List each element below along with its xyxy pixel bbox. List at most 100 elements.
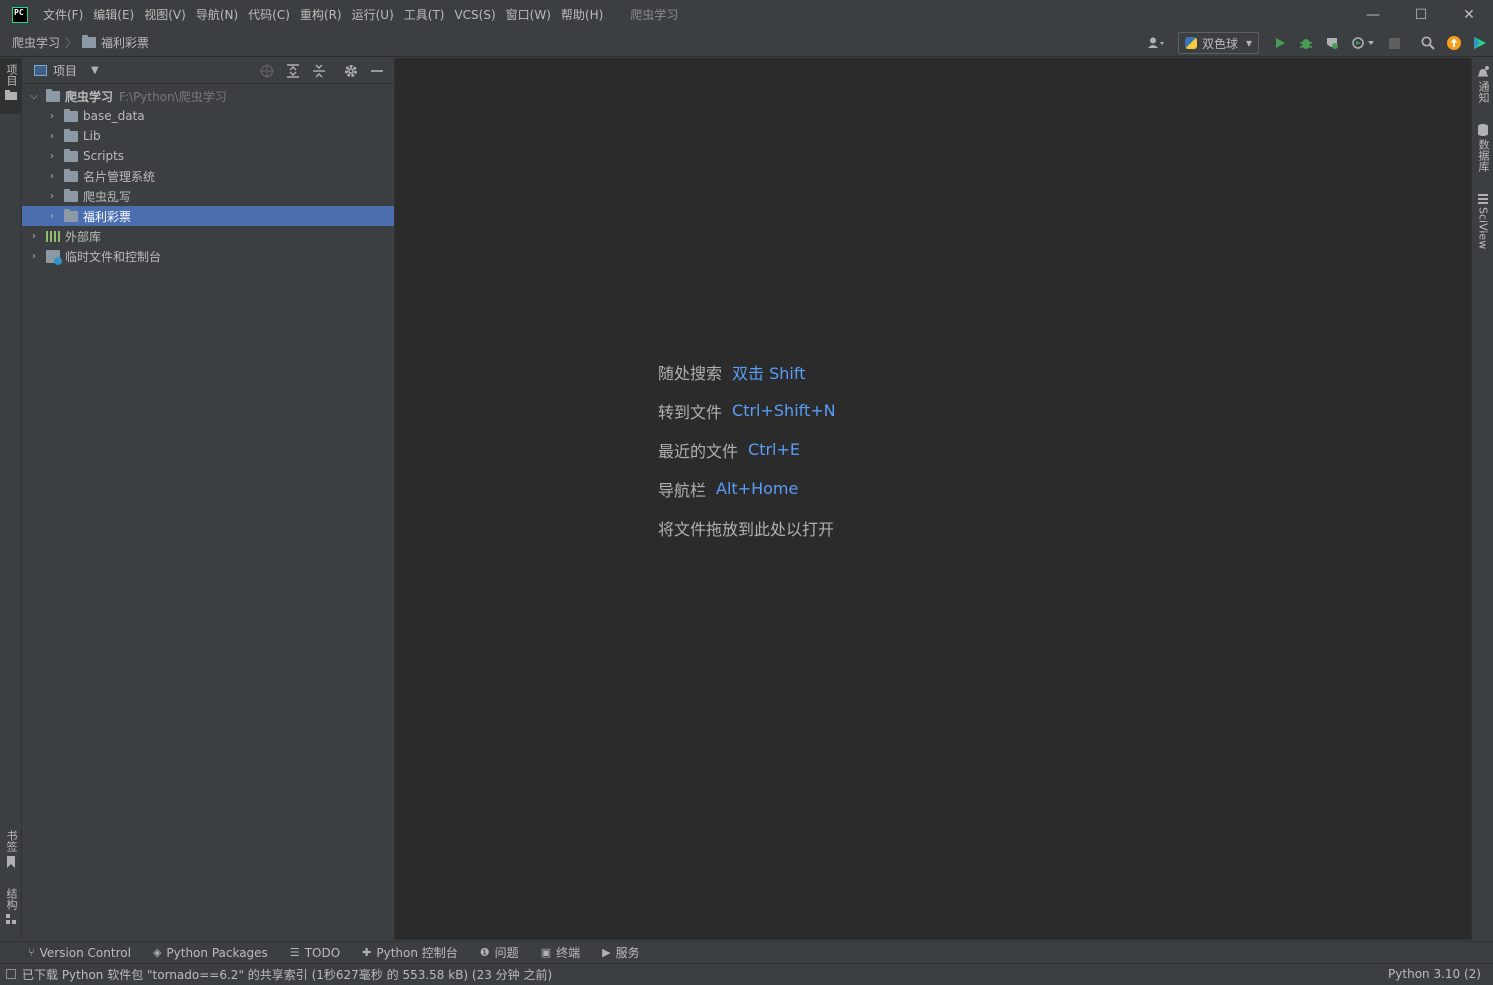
hint-go-to-file: 转到文件 Ctrl+Shift+N	[658, 391, 836, 430]
locate-file-icon[interactable]	[254, 58, 280, 84]
tree-item-label: Scripts	[83, 149, 125, 163]
tree-item-label: 福利彩票	[83, 209, 132, 224]
maximize-button[interactable]: ☐	[1397, 0, 1445, 29]
tool-tab-version-control[interactable]: ⑂ Version Control	[28, 946, 131, 960]
python-icon	[1184, 37, 1197, 49]
breadcrumb: 爬虫学习 〉 福利彩票	[12, 34, 149, 51]
tree-item-label: Lib	[83, 129, 101, 143]
hint-shortcut: Ctrl+Shift+N	[732, 401, 836, 420]
info-icon: ❶	[479, 946, 490, 959]
editor-area[interactable]: 随处搜索 双击 Shift 转到文件 Ctrl+Shift+N 最近的文件 Ct…	[395, 58, 1471, 940]
project-panel-header: 项目 ▼	[22, 58, 394, 84]
menu-code[interactable]: 代码(C)	[243, 4, 295, 26]
menu-vcs[interactable]: VCS(S)	[449, 4, 500, 26]
chevron-right-icon[interactable]: ›	[44, 131, 60, 142]
menu-navigate[interactable]: 导航(N)	[191, 4, 243, 26]
chevron-right-icon[interactable]: ›	[44, 111, 60, 122]
bell-icon	[1478, 66, 1489, 77]
project-tool-window: 项目 ▼ ⌵ 爬虫学习 F:\Python\爬虫学习 › base_data ›…	[22, 58, 395, 940]
tool-tab-label: TODO	[304, 945, 341, 960]
chevron-right-icon[interactable]: ›	[26, 251, 42, 262]
search-icon[interactable]	[1415, 30, 1441, 56]
run-icon[interactable]	[1267, 30, 1293, 56]
status-bar: 已下载 Python 软件包 "tornado==6.2" 的共享索引 (1秒6…	[0, 963, 1493, 984]
tool-tab-terminal[interactable]: ▣ 终端	[541, 944, 580, 961]
tool-tab-sciview[interactable]: SciView	[1472, 194, 1493, 256]
hide-panel-icon[interactable]	[364, 58, 390, 84]
menu-run[interactable]: 运行(U)	[347, 4, 399, 26]
pycharm-logo-icon[interactable]: PC	[12, 6, 28, 23]
tool-tab-notifications[interactable]: 通知	[1472, 66, 1493, 118]
chevron-right-icon[interactable]: ›	[26, 231, 42, 242]
profile-icon[interactable]	[1345, 30, 1381, 56]
menu-edit[interactable]: 编辑(E)	[88, 4, 139, 26]
tree-item-scripts[interactable]: › Scripts	[22, 146, 394, 166]
chevron-right-icon[interactable]: ›	[44, 171, 60, 182]
folder-icon	[5, 90, 17, 100]
close-button[interactable]: ✕	[1445, 0, 1493, 29]
breadcrumb-current[interactable]: 福利彩票	[101, 34, 149, 51]
chevron-down-icon[interactable]: ⌵	[26, 91, 42, 102]
main-menu: 文件(F) 编辑(E) 视图(V) 导航(N) 代码(C) 重构(R) 运行(U…	[38, 4, 608, 26]
minimize-button[interactable]: —	[1349, 0, 1397, 29]
tool-tab-problems[interactable]: ❶ 问题	[480, 944, 519, 961]
tree-item-lib[interactable]: › Lib	[22, 126, 394, 146]
tool-tab-services[interactable]: ▶ 服务	[602, 944, 639, 961]
tool-tab-structure-label: 结构	[5, 888, 18, 910]
hint-shortcut: Ctrl+E	[748, 440, 800, 459]
interpreter-selector[interactable]: Python 3.10 (2)	[1388, 964, 1481, 985]
tool-tab-database[interactable]: 数据库	[1472, 124, 1493, 186]
tree-root[interactable]: ⌵ 爬虫学习 F:\Python\爬虫学习	[22, 86, 394, 106]
jetbrains-toolbox-icon[interactable]	[1467, 30, 1493, 56]
user-icon[interactable]	[1142, 30, 1172, 56]
update-icon[interactable]	[1441, 30, 1467, 56]
tree-item-base-data[interactable]: › base_data	[22, 106, 394, 126]
hint-label: 导航栏	[658, 480, 707, 500]
debug-icon[interactable]	[1293, 30, 1319, 56]
coverage-icon[interactable]	[1319, 30, 1345, 56]
folder-icon	[64, 168, 78, 182]
folder-icon	[64, 108, 78, 122]
menu-window[interactable]: 窗口(W)	[501, 4, 556, 26]
tool-tab-project[interactable]: 项目	[0, 58, 22, 114]
tool-tab-label: Python Packages	[166, 945, 268, 960]
folder-icon	[64, 188, 78, 202]
menu-view[interactable]: 视图(V)	[139, 4, 191, 26]
tool-tab-python-console[interactable]: ✚ Python 控制台	[362, 944, 458, 961]
hint-navigation-bar: 导航栏 Alt+Home	[658, 469, 836, 508]
tool-tab-todo[interactable]: ☰ TODO	[290, 946, 340, 960]
hint-search-everywhere: 随处搜索 双击 Shift	[658, 352, 836, 391]
status-message[interactable]: 已下载 Python 软件包 "tornado==6.2" 的共享索引 (1秒6…	[22, 966, 552, 983]
menu-tools[interactable]: 工具(T)	[399, 4, 450, 26]
tool-tab-python-packages[interactable]: ◈ Python Packages	[153, 946, 268, 960]
chevron-right-icon[interactable]: ›	[44, 211, 60, 222]
tree-item-label: 名片管理系统	[83, 169, 156, 184]
stop-icon[interactable]	[1381, 30, 1407, 56]
breadcrumb-root[interactable]: 爬虫学习	[12, 34, 60, 51]
chevron-right-icon[interactable]: ›	[44, 191, 60, 202]
tool-tab-bookmarks[interactable]: 书签	[0, 830, 22, 878]
tree-root-name: 爬虫学习	[65, 89, 114, 104]
menu-refactor[interactable]: 重构(R)	[295, 4, 347, 26]
tree-item-welfare-lottery[interactable]: › 福利彩票	[22, 206, 394, 226]
chevron-right-icon[interactable]: ›	[44, 151, 60, 162]
tree-item-card-system[interactable]: › 名片管理系统	[22, 166, 394, 186]
navigation-bar: 爬虫学习 〉 福利彩票 双色球 ▾	[0, 29, 1493, 57]
gear-icon[interactable]	[338, 58, 364, 84]
collapse-all-icon[interactable]	[306, 58, 332, 84]
project-view-selector[interactable]: 项目 ▼	[34, 62, 99, 79]
editor-empty-hints: 随处搜索 双击 Shift 转到文件 Ctrl+Shift+N 最近的文件 Ct…	[658, 352, 836, 547]
tree-item-label: 爬虫乱写	[83, 189, 132, 204]
menu-help[interactable]: 帮助(H)	[556, 4, 608, 26]
tree-item-crawler-drafts[interactable]: › 爬虫乱写	[22, 186, 394, 206]
tree-item-label: base_data	[83, 109, 145, 123]
tool-tab-structure[interactable]: 结构	[0, 888, 22, 936]
tree-item-scratches[interactable]: › 临时文件和控制台	[22, 246, 394, 266]
bottom-tool-tabs: ⑂ Version Control ◈ Python Packages ☰ TO…	[0, 941, 1493, 963]
run-configuration-selector[interactable]: 双色球 ▾	[1177, 32, 1259, 54]
menu-file[interactable]: 文件(F)	[38, 4, 88, 26]
folder-icon	[64, 148, 78, 162]
tree-item-external-libraries[interactable]: › 外部库	[22, 226, 394, 246]
expand-all-icon[interactable]	[280, 58, 306, 84]
toggle-tool-windows-icon[interactable]	[6, 969, 16, 979]
